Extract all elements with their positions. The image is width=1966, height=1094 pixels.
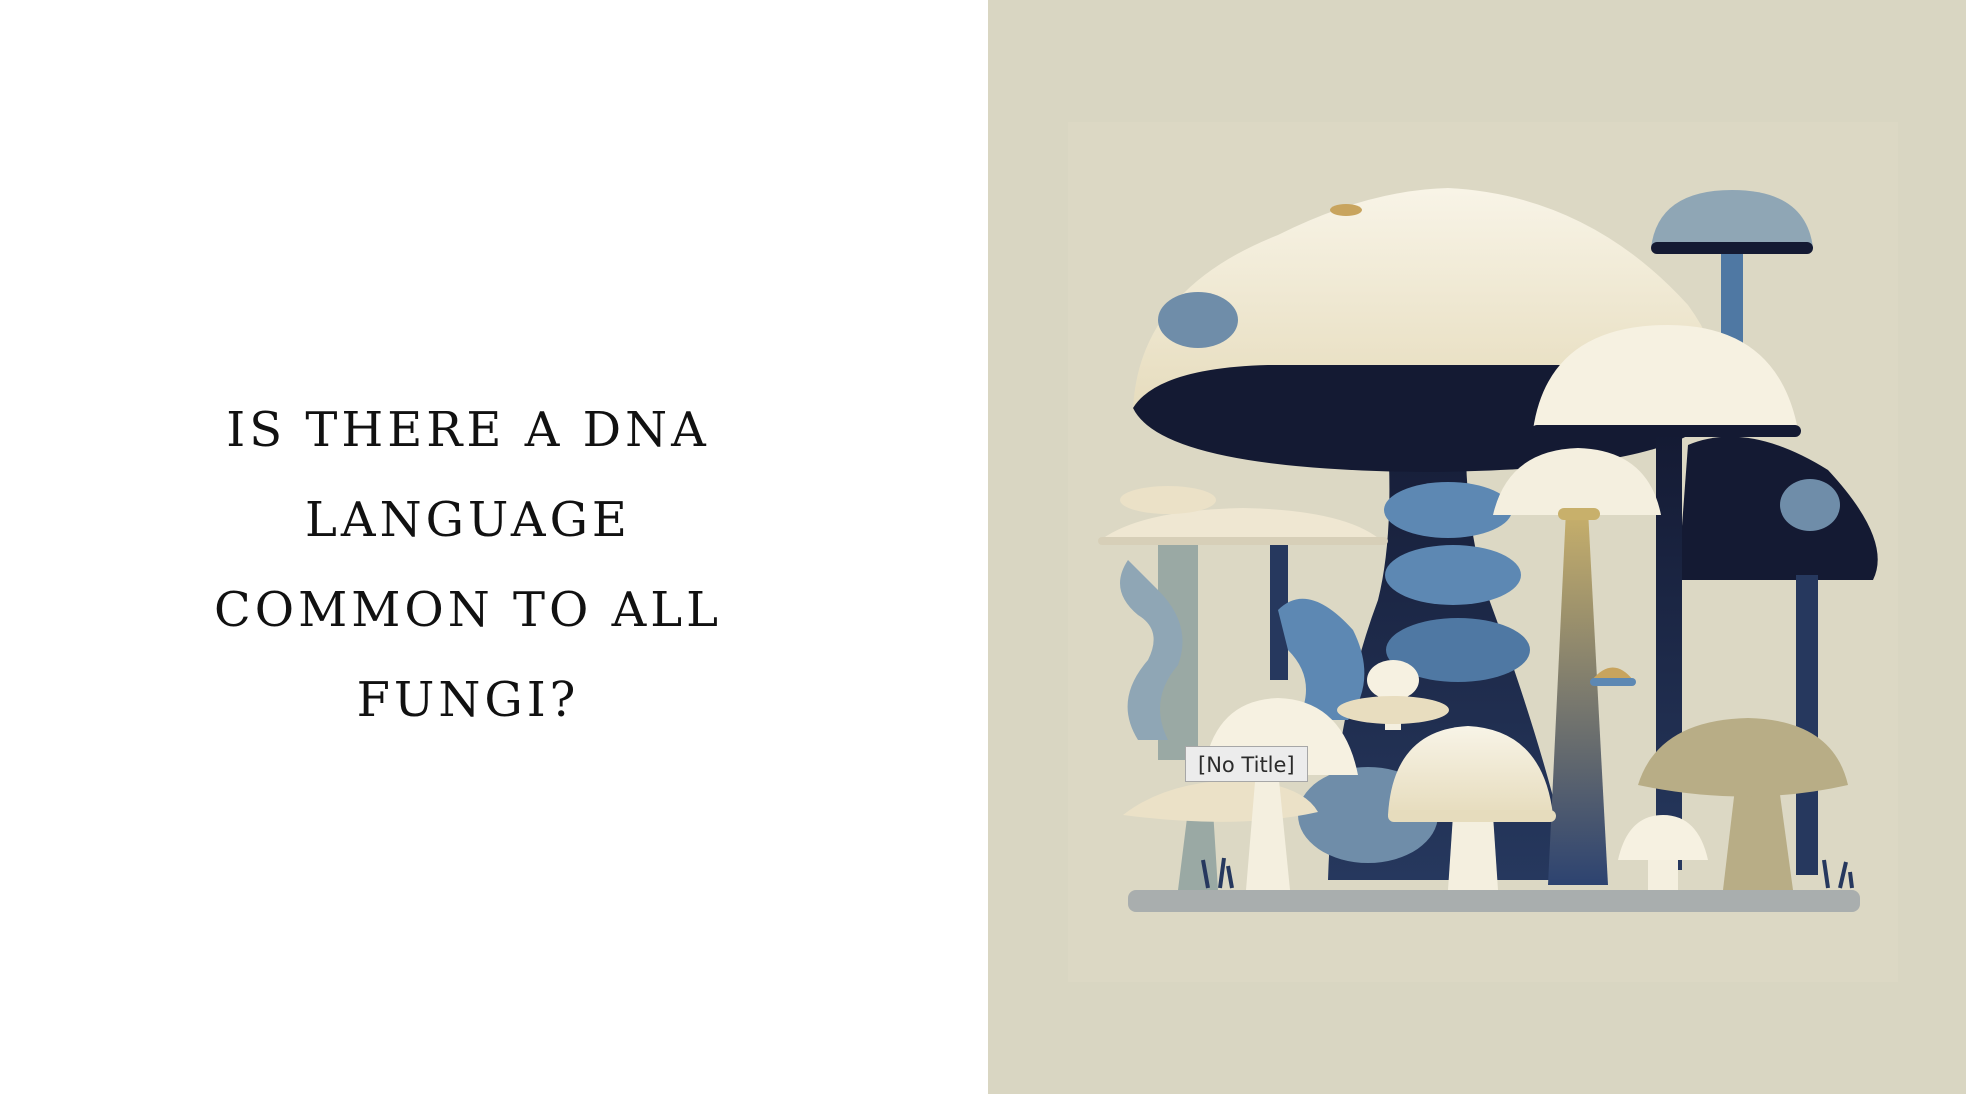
slide: IS THERE A DNA LANGUAGE COMMON TO ALL FU… (0, 0, 1966, 1094)
mushroom-illustration (1068, 122, 1898, 982)
title-line-4: FUNGI? (356, 672, 580, 728)
no-title-tooltip: [No Title] (1185, 746, 1308, 782)
title-line-2: LANGUAGE (305, 492, 631, 548)
ground (1128, 890, 1860, 912)
slide-title: IS THERE A DNA LANGUAGE COMMON TO ALL FU… (0, 385, 936, 745)
title-line-3: COMMON TO ALL (213, 582, 723, 638)
image-panel (988, 0, 1966, 1094)
title-line-1: IS THERE A DNA (226, 402, 710, 458)
title-panel: IS THERE A DNA LANGUAGE COMMON TO ALL FU… (0, 0, 988, 1094)
